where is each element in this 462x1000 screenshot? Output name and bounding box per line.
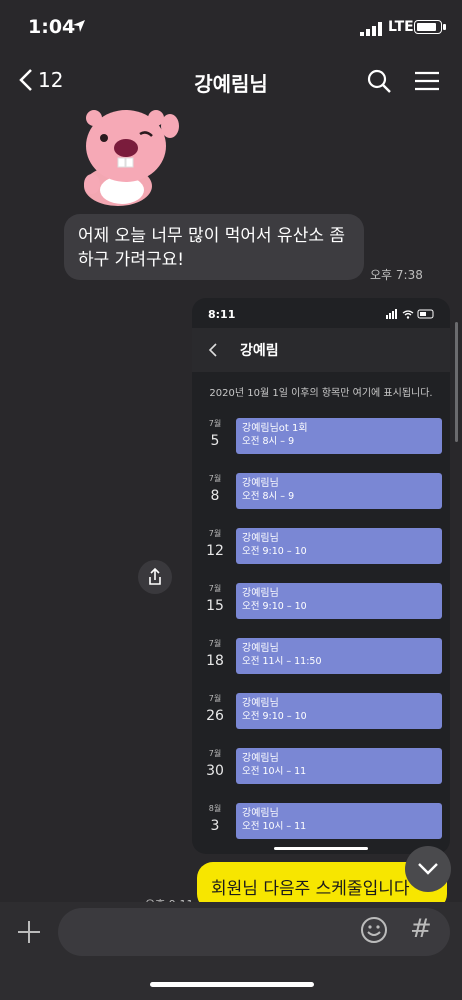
event-time: 오전 9:10 – 10 <box>242 601 307 612</box>
event-month: 7월 <box>208 639 222 648</box>
event-title: 강예림님 <box>242 533 279 544</box>
calendar-event-row: 7월 15 강예림님 오전 9:10 – 10 <box>192 583 450 621</box>
received-message-bubble[interactable]: 어제 오늘 너무 많이 먹어서 유산소 좀 하구 가려구요! <box>64 214 364 280</box>
event-title: 강예림님 <box>242 808 279 819</box>
search-icon[interactable] <box>366 68 392 94</box>
event-month: 7월 <box>208 474 222 483</box>
emoji-icon[interactable] <box>360 916 388 944</box>
received-message-time: 오후 7:38 <box>370 268 423 282</box>
event-time: 오전 9:10 – 10 <box>242 546 307 557</box>
event-card: 강예림님 오전 11시 – 11:50 <box>236 638 442 674</box>
event-title: 강예림님 <box>242 753 279 764</box>
event-time: 오전 8시 – 9 <box>242 491 295 502</box>
event-time: 오전 10시 – 11 <box>242 821 307 832</box>
event-month: 7월 <box>208 694 222 703</box>
chat-title: 강예림님 <box>194 72 268 96</box>
event-time: 오전 9:10 – 10 <box>242 711 307 722</box>
plus-icon[interactable] <box>16 919 42 945</box>
event-title: 강예림님 <box>242 588 279 599</box>
chat-header: 12 강예림님 <box>0 56 462 108</box>
signal-icon <box>360 22 382 36</box>
event-card: 강예림님 오전 9:10 – 10 <box>236 693 442 729</box>
scroll-to-bottom-button[interactable] <box>405 846 451 892</box>
event-month: 7월 <box>208 529 222 538</box>
screenshot-notice: 2020년 10월 1일 이후의 항목만 여기에 표시됩니다. <box>209 388 433 399</box>
calendar-event-row: 7월 30 강예림님 오전 10시 – 11 <box>192 748 450 786</box>
calendar-event-row: 7월 8 강예림님 오전 8시 – 9 <box>192 473 450 511</box>
event-time: 오전 10시 – 11 <box>242 766 307 777</box>
event-title: 강예림님 <box>242 698 279 709</box>
event-day: 5 <box>210 433 220 449</box>
network-type: LTE <box>388 19 414 35</box>
event-day: 8 <box>210 488 220 504</box>
event-card: 강예림님ot 1회 오전 8시 – 9 <box>236 418 442 454</box>
event-date: 7월 26 <box>202 693 228 724</box>
beaver-sticker[interactable] <box>78 104 188 208</box>
event-card: 강예림님 오전 9:10 – 10 <box>236 583 442 619</box>
calendar-event-row: 7월 5 강예림님ot 1회 오전 8시 – 9 <box>192 418 450 456</box>
event-date: 7월 30 <box>202 748 228 779</box>
event-month: 7월 <box>208 419 222 428</box>
share-button[interactable] <box>138 560 172 594</box>
event-time: 오전 11시 – 11:50 <box>242 656 322 667</box>
event-date: 8월 3 <box>202 803 228 834</box>
chevron-left-icon <box>208 343 217 357</box>
event-day: 18 <box>206 653 224 669</box>
share-icon <box>149 568 161 585</box>
hash-tag-button[interactable]: # <box>410 914 432 944</box>
event-date: 7월 8 <box>202 473 228 504</box>
screenshot-header: 강예림 <box>192 328 450 372</box>
event-month: 7월 <box>208 584 222 593</box>
event-date: 7월 12 <box>202 528 228 559</box>
event-date: 7월 15 <box>202 583 228 614</box>
status-bar: 1:04 LTE <box>0 0 462 56</box>
battery-icon <box>414 20 446 34</box>
event-card: 강예림님 오전 10시 – 11 <box>236 803 442 839</box>
chevron-down-icon <box>418 863 438 875</box>
event-day: 15 <box>206 598 224 614</box>
event-time: 오전 8시 – 9 <box>242 436 295 447</box>
event-date: 7월 18 <box>202 638 228 669</box>
event-card: 강예림님 오전 8시 – 9 <box>236 473 442 509</box>
event-title: 강예림님 <box>242 643 279 654</box>
screenshot-title: 강예림 <box>240 343 279 359</box>
calendar-event-row: 7월 12 강예림님 오전 9:10 – 10 <box>192 528 450 566</box>
screenshot-status-icons <box>386 309 434 319</box>
event-day: 12 <box>206 543 224 559</box>
hamburger-menu-icon[interactable] <box>414 70 440 92</box>
calendar-event-row: 7월 18 강예림님 오전 11시 – 11:50 <box>192 638 450 676</box>
message-input[interactable] <box>58 908 450 956</box>
home-indicator <box>150 982 314 987</box>
event-card: 강예림님 오전 10시 – 11 <box>236 748 442 784</box>
screenshot-home-indicator <box>274 847 368 850</box>
screenshot-status-time: 8:11 <box>208 308 236 321</box>
event-title: 강예림님ot 1회 <box>242 423 308 434</box>
event-month: 8월 <box>208 804 222 813</box>
event-title: 강예림님 <box>242 478 279 489</box>
event-month: 7월 <box>208 749 222 758</box>
status-time: 1:04 <box>28 16 76 38</box>
event-day: 3 <box>210 818 220 834</box>
calendar-event-row: 7월 26 강예림님 오전 9:10 – 10 <box>192 693 450 731</box>
event-date: 7월 5 <box>202 418 228 449</box>
shared-calendar-screenshot[interactable]: 8:11 강예림 2020년 10월 1일 이후의 항목만 여기에 표시됩니다.… <box>192 298 450 854</box>
event-card: 강예림님 오전 9:10 – 10 <box>236 528 442 564</box>
calendar-event-row: 8월 3 강예림님 오전 10시 – 11 <box>192 803 450 841</box>
screenshot-status-bar: 8:11 <box>192 298 450 328</box>
chat-scrollbar[interactable] <box>455 322 458 442</box>
location-arrow-icon <box>73 20 85 32</box>
event-day: 26 <box>206 708 224 724</box>
event-day: 30 <box>206 763 224 779</box>
